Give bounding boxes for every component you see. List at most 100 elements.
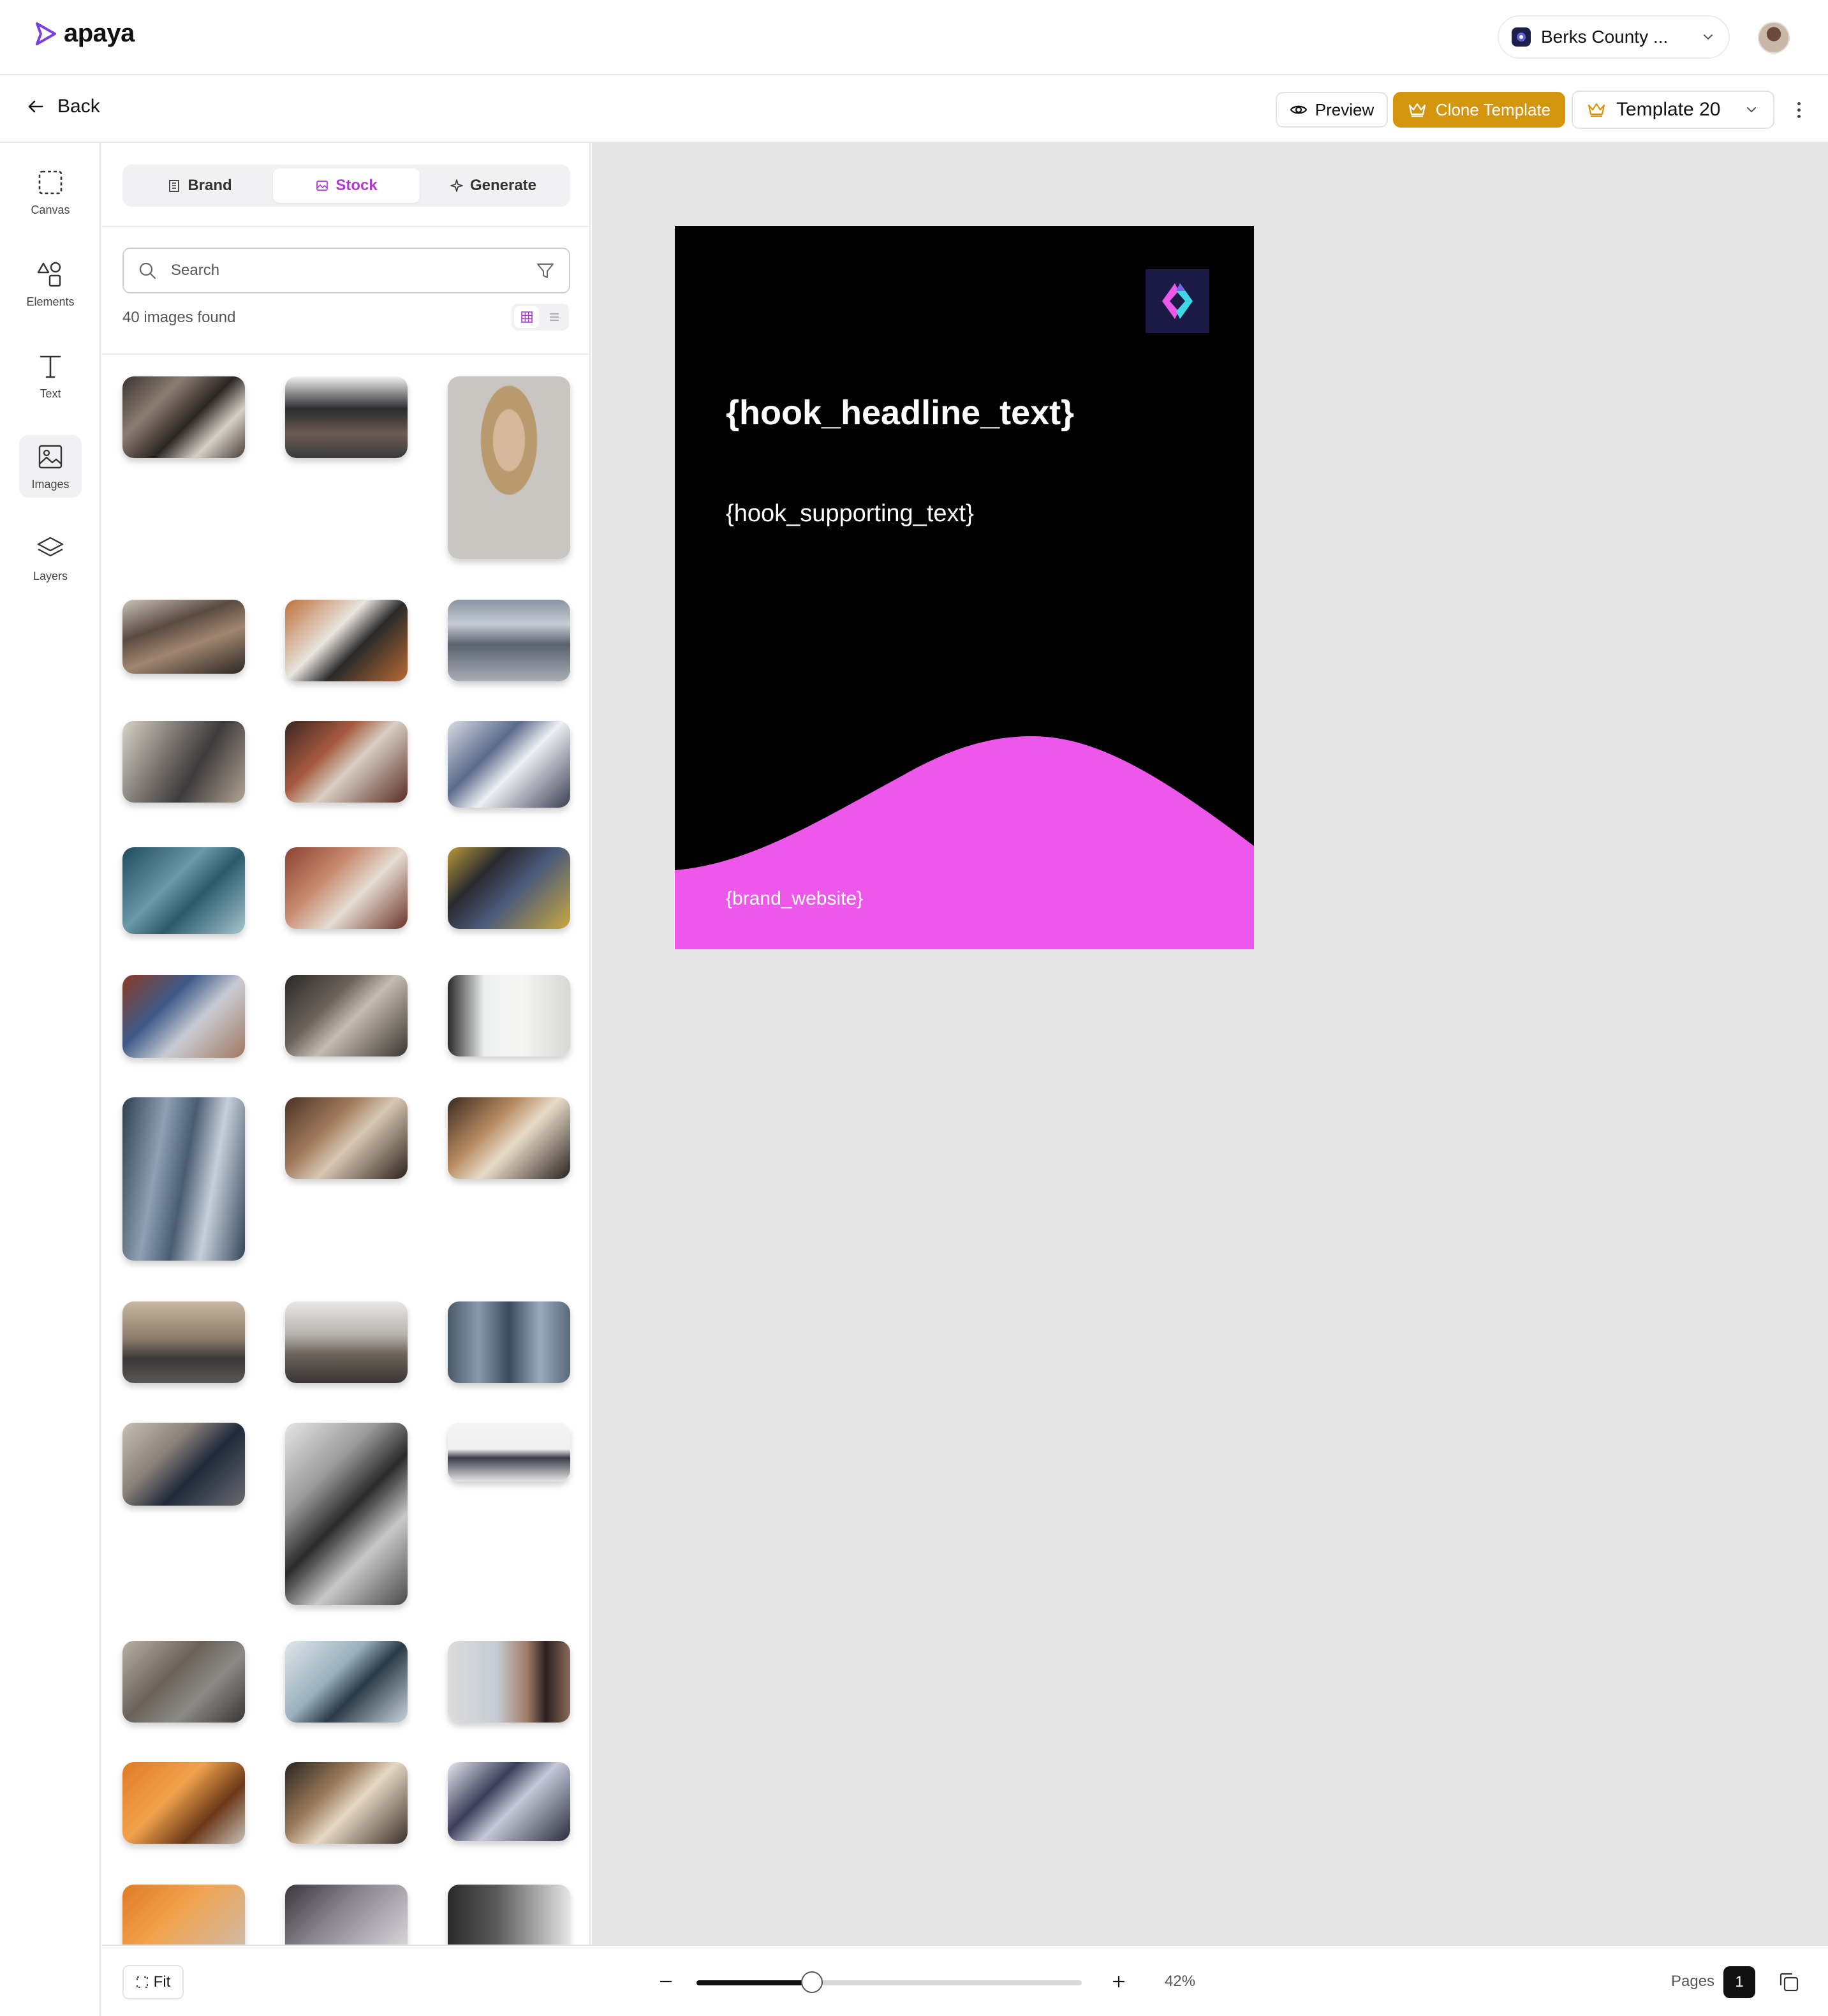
stock-image[interactable]	[285, 1885, 408, 1945]
artboard[interactable]: {hook_headline_text} {hook_supporting_te…	[675, 226, 1254, 949]
rail-label-elements: Elements	[26, 295, 75, 308]
stock-image[interactable]	[285, 975, 408, 1056]
chevron-down-icon	[1704, 34, 1713, 40]
preview-label: Preview	[1315, 100, 1375, 119]
stock-image[interactable]	[285, 1097, 408, 1179]
stock-image[interactable]	[448, 1097, 570, 1179]
page-number-button[interactable]: 1	[1723, 1966, 1755, 1998]
canvas-area[interactable]: {hook_headline_text} {hook_supporting_te…	[592, 143, 1828, 1945]
rail-label-images: Images	[31, 477, 70, 491]
stock-image[interactable]	[448, 1641, 570, 1723]
top-header: apaya Berks County ...	[0, 0, 1828, 75]
stock-image[interactable]	[448, 376, 570, 559]
supporting-text[interactable]: {hook_supporting_text}	[726, 500, 974, 528]
template-select-label: Template 20	[1616, 99, 1721, 120]
divider	[102, 353, 589, 355]
back-label: Back	[57, 96, 100, 117]
stock-image[interactable]	[285, 1423, 408, 1605]
tab-brand-label: Brand	[188, 177, 232, 194]
building-icon	[169, 180, 180, 192]
tab-stock-label: Stock	[335, 177, 378, 194]
stock-image[interactable]	[122, 1097, 245, 1261]
tab-generate[interactable]: Generate	[420, 168, 566, 203]
clone-template-button[interactable]: Clone Template	[1393, 92, 1565, 128]
sparkle-icon	[450, 179, 463, 192]
stock-image[interactable]	[285, 1301, 408, 1383]
stock-image[interactable]	[122, 1762, 245, 1844]
preview-button[interactable]: Preview	[1276, 92, 1388, 128]
editor-toolbar: Back Preview Clone Template Template 20	[0, 75, 1828, 143]
text-t-icon	[40, 355, 61, 378]
rail-item-images[interactable]: Images	[19, 435, 82, 498]
wave-shape[interactable]	[675, 226, 1254, 949]
duplicate-page-icon[interactable]	[1777, 1970, 1801, 1994]
apaya-logo-icon	[36, 22, 56, 45]
tab-stock[interactable]: Stock	[273, 168, 420, 203]
fit-label: Fit	[153, 1973, 171, 1990]
stock-image[interactable]	[122, 376, 245, 458]
stock-image[interactable]	[122, 975, 245, 1058]
apaya-logo[interactable]: apaya	[33, 19, 135, 48]
filter-icon[interactable]	[536, 261, 555, 280]
stock-image[interactable]	[122, 600, 245, 674]
chevron-down-icon	[1747, 107, 1756, 113]
zoom-slider-thumb[interactable]	[801, 1971, 823, 1993]
tab-generate-label: Generate	[469, 177, 537, 194]
stock-image[interactable]	[448, 975, 570, 1056]
search-box[interactable]	[122, 248, 570, 293]
list-view-button[interactable]	[542, 306, 566, 328]
images-panel: Brand Stock Generate 40 images found	[102, 143, 591, 1945]
stock-image[interactable]	[285, 721, 408, 803]
tool-rail: Canvas Elements Text Images Layers	[0, 143, 101, 2016]
fit-screen-icon	[136, 1976, 148, 1988]
rail-label-text: Text	[40, 387, 61, 400]
list-icon	[549, 313, 559, 321]
stock-image[interactable]	[285, 600, 408, 681]
stock-image[interactable]	[448, 600, 570, 681]
user-avatar[interactable]	[1758, 22, 1790, 54]
stock-image[interactable]	[448, 1301, 570, 1383]
stock-image[interactable]	[448, 847, 570, 929]
clone-template-label: Clone Template	[1435, 100, 1551, 119]
rail-label-layers: Layers	[33, 569, 68, 582]
image-icon	[38, 445, 63, 468]
stock-image[interactable]	[285, 1641, 408, 1723]
headline-text[interactable]: {hook_headline_text}	[726, 393, 1074, 433]
grid-view-button[interactable]	[514, 306, 539, 328]
stock-image[interactable]	[448, 1762, 570, 1841]
stock-image[interactable]	[448, 1423, 570, 1481]
rail-item-text[interactable]: Text	[19, 345, 82, 407]
zoom-percent: 42%	[1165, 1973, 1196, 1990]
website-text[interactable]: {brand_website}	[726, 888, 863, 910]
stock-image[interactable]	[122, 1301, 245, 1383]
stock-image[interactable]	[122, 1885, 245, 1945]
stock-image[interactable]	[285, 1762, 408, 1844]
stock-image[interactable]	[448, 1885, 570, 1945]
more-options-icon[interactable]	[1791, 97, 1806, 122]
stock-image[interactable]	[285, 847, 408, 929]
stock-image[interactable]	[122, 847, 245, 934]
zoom-slider[interactable]	[697, 1971, 1082, 1993]
organization-name: Berks County ...	[1541, 27, 1669, 47]
stock-image[interactable]	[122, 1423, 245, 1506]
search-input[interactable]	[171, 262, 522, 279]
result-count: 40 images found	[122, 309, 236, 326]
tab-brand[interactable]: Brand	[126, 168, 273, 203]
back-button[interactable]: Back	[26, 96, 100, 117]
rail-item-layers[interactable]: Layers	[19, 527, 82, 589]
rail-item-canvas[interactable]: Canvas	[19, 161, 82, 223]
image-icon	[316, 181, 328, 191]
divider	[102, 226, 589, 227]
stock-image[interactable]	[122, 1641, 245, 1723]
rail-item-elements[interactable]: Elements	[19, 253, 82, 315]
zoom-out-button[interactable]	[653, 1969, 679, 1994]
template-select[interactable]: Template 20	[1572, 91, 1774, 129]
stock-image[interactable]	[448, 721, 570, 808]
fit-button[interactable]: Fit	[122, 1965, 184, 1999]
organization-select[interactable]: Berks County ...	[1498, 15, 1730, 59]
stock-image[interactable]	[122, 721, 245, 803]
zoom-slider-fill	[697, 1980, 813, 1985]
stock-image[interactable]	[285, 376, 408, 458]
zoom-in-button[interactable]	[1106, 1969, 1131, 1994]
brand-logo[interactable]	[1146, 269, 1209, 333]
